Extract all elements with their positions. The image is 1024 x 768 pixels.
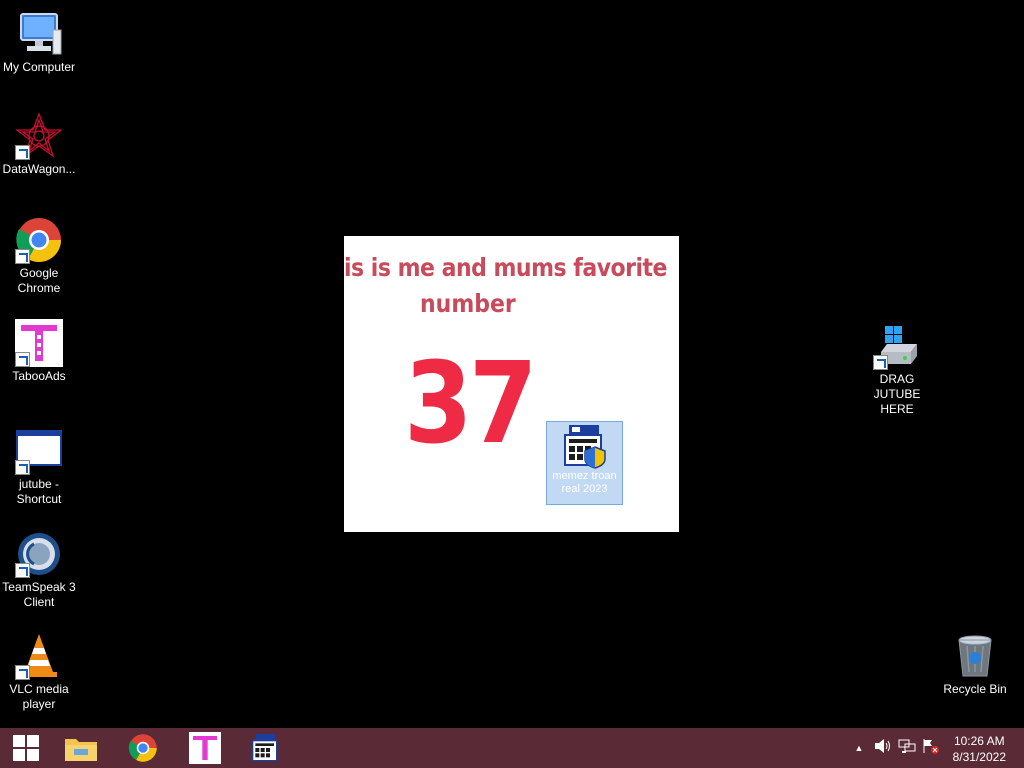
desktop-icon-tabooads[interactable]: TabooAds [0,319,78,384]
desktop-icon-label: DataWagon... [2,162,76,176]
desktop-icon-label: TeamSpeak 3 Client [2,580,76,609]
desktop-icon-label: TabooAds [12,369,66,383]
shortcut-arrow-icon [15,460,30,475]
tabooads-icon [189,732,221,764]
desktop-icon-teamspeak[interactable]: TeamSpeak 3 Client [0,530,78,610]
chrome-icon [128,734,157,762]
taskbar-file-explorer[interactable] [55,728,107,768]
clock-date: 8/31/2022 [952,750,1006,764]
folder-icon [65,739,97,761]
popup-favorite-number: 37 [404,339,538,469]
program-installer-icon [252,734,278,762]
desktop-icon-label: memez troan real 2023 [552,470,617,495]
recycle-bin-icon [951,632,999,680]
show-hidden-icons-chevron-icon[interactable]: ▲ [852,743,866,753]
shortcut-arrow-icon [15,145,30,160]
shortcut-arrow-icon [15,352,30,367]
datawagon-icon [15,112,63,160]
volume-icon[interactable] [874,738,892,759]
desktop-icon-datawagon[interactable]: DataWagon... [0,112,78,177]
desktop-icon-label: Google Chrome [17,266,61,295]
windows-logo-icon [13,735,39,761]
desktop-icon-drag-jutube-here[interactable]: DRAG JUTUBE HERE [858,322,936,417]
vlc-cone-icon [15,632,63,680]
computer-icon [15,10,63,58]
taskbar-tabooads[interactable] [179,728,231,768]
desktop-icon-recycle-bin[interactable]: Recycle Bin [936,632,1014,697]
shortcut-arrow-icon [15,563,30,578]
taskbar-chrome[interactable] [117,728,169,768]
shortcut-arrow-icon [15,249,30,264]
action-center-flag-icon[interactable] [922,738,940,759]
desktop-icon-vlc[interactable]: VLC media player [0,632,78,712]
shortcut-arrow-icon [873,355,888,370]
window-icon [15,427,63,475]
desktop-icon-label: Recycle Bin [943,682,1007,696]
drive-icon [873,322,921,370]
desktop-icon-label: My Computer [2,60,76,74]
desktop-icon-label: DRAG JUTUBE HERE [873,372,921,416]
start-button[interactable] [0,728,52,768]
program-installer-icon [561,423,609,469]
popup-text-line1: is is me and mums favorite [344,254,667,283]
popup-text-line2: number [420,290,516,319]
clock-time: 10:26 AM [953,734,1005,748]
desktop-icon-my-computer[interactable]: My Computer [0,10,78,75]
chrome-icon [15,216,63,264]
taskbar: ▲ 10:26 AM 8/31/2022 [0,728,1024,768]
taskbar-clock[interactable]: 10:26 AM 8/31/2022 [953,733,1006,765]
desktop-icon-jutube-shortcut[interactable]: jutube - Shortcut [0,427,78,507]
desktop-icon-memez-troan[interactable]: memez troan real 2023 [546,421,623,505]
teamspeak-icon [15,530,63,578]
desktop-icon-label: VLC media player [9,682,69,711]
popup-image-window[interactable]: is is me and mums favorite number 37 [344,236,679,532]
tabooads-icon [15,319,63,367]
taskbar-memez-troan[interactable] [240,728,292,768]
desktop-icon-google-chrome[interactable]: Google Chrome [0,216,78,296]
shortcut-arrow-icon [15,665,30,680]
desktop-icon-label: jutube - Shortcut [16,477,62,506]
network-icon[interactable] [898,738,916,759]
